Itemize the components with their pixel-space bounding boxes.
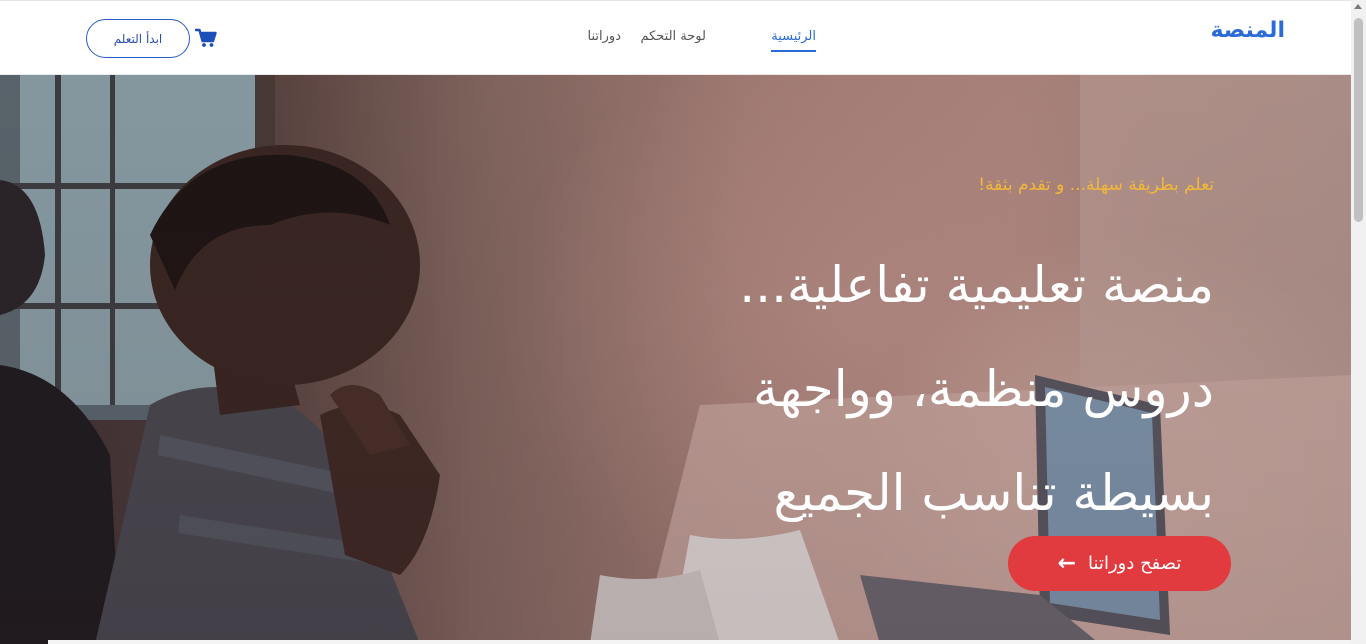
- browse-courses-label: تصفح دوراتنا: [1088, 553, 1182, 574]
- headline-line-3: بسيطة تناسب الجميع: [773, 464, 1214, 522]
- page-scrollbar[interactable]: [1351, 0, 1366, 644]
- scroll-thumb[interactable]: [1354, 18, 1363, 222]
- arrow-left-icon: ←: [1057, 551, 1077, 576]
- browse-courses-button[interactable]: تصفح دوراتنا ←: [1008, 536, 1231, 591]
- nav-link-courses[interactable]: دوراتنا: [588, 29, 621, 44]
- shopping-cart-icon[interactable]: [194, 28, 217, 48]
- navbar: المنصة الرئيسية لوحة التحكم دوراتنا ابدأ…: [0, 0, 1351, 75]
- nav-link-home[interactable]: الرئيسية: [771, 29, 816, 52]
- brand-logo[interactable]: المنصة: [1210, 18, 1285, 43]
- hero-headline: منصة تعليمية تفاعلية... دروس منظمة، وواج…: [574, 233, 1214, 545]
- headline-line-2: دروس منظمة، وواجهة: [752, 360, 1214, 418]
- start-learning-button[interactable]: ابدأ التعلم: [86, 19, 190, 58]
- next-section-edge: [48, 640, 1351, 644]
- nav-link-dashboard[interactable]: لوحة التحكم: [640, 29, 706, 44]
- headline-line-1: منصة تعليمية تفاعلية...: [739, 256, 1214, 314]
- hero-tagline: تعلم بطريقة سهلة... و تقدم بثقة!: [978, 175, 1214, 195]
- hero-section: تعلم بطريقة سهلة... و تقدم بثقة! منصة تع…: [0, 75, 1351, 644]
- scroll-up-arrow-icon[interactable]: [1354, 4, 1362, 9]
